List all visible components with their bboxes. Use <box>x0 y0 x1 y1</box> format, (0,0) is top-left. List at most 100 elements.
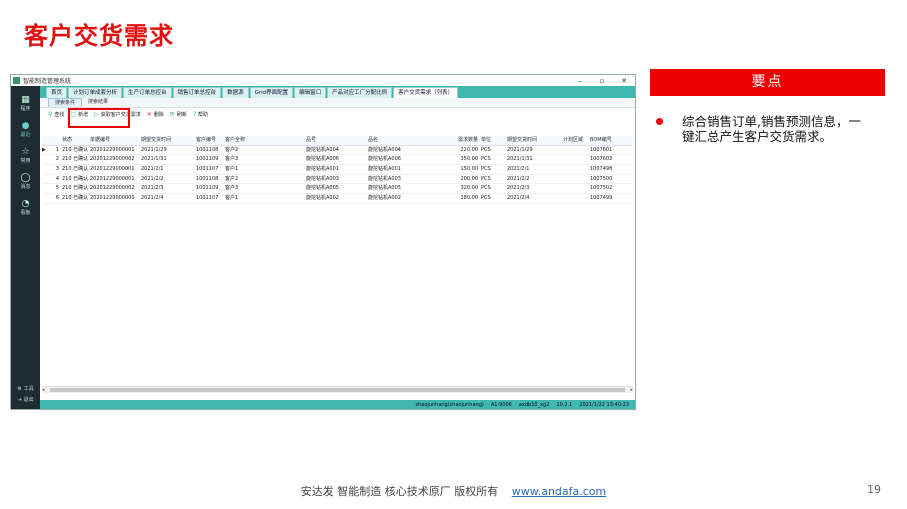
footer-link[interactable]: www.andafa.com <box>512 485 607 498</box>
column-header[interactable]: 期望交货时间 <box>141 136 196 145</box>
tab-grid-config[interactable]: Grid界面配置 <box>249 87 294 98</box>
scroll-thumb[interactable] <box>50 388 625 392</box>
tab-plan-order-analysis[interactable]: 计划订单成套分析 <box>68 87 123 98</box>
table-cell: 320.00 <box>460 185 479 192</box>
table-cell: 客户2 <box>225 175 239 182</box>
gear-icon: ⚙ <box>17 385 22 392</box>
column-header[interactable]: 品号 <box>306 136 368 145</box>
table-row[interactable]: ▶ 1 210 已确认 20201229000001 2021/1/29 1001108 客… <box>42 146 633 156</box>
search-icon: ⚲ <box>48 110 53 118</box>
nav-item-tools[interactable]: ⚙ 工具 <box>11 385 40 393</box>
maximize-button[interactable]: ▫ <box>591 77 613 85</box>
table-cell: 1007502 <box>590 185 613 192</box>
status-datetime: 2021/1/22 13:40:23 <box>579 401 629 408</box>
column-header[interactable]: 客户编号 <box>196 136 225 145</box>
tab-datasource[interactable]: 数据源 <box>222 87 249 98</box>
table-cell <box>563 194 590 203</box>
chat-icon: ◯ <box>20 173 31 183</box>
tab-factory-ratio[interactable]: 产品对应工厂分配比例 <box>327 87 393 98</box>
tab-edit-window[interactable]: 编辑窗口 <box>294 87 327 98</box>
table-cell: 1001107 <box>196 195 219 202</box>
column-header[interactable]: 客户全称 <box>225 136 306 145</box>
table-cell: 1001108 <box>196 175 219 182</box>
table-cell: 2021/1/31 <box>507 156 533 163</box>
nav-item-messages[interactable]: ◯ 消息 <box>11 173 40 190</box>
column-header[interactable]: 单据编号 <box>90 136 141 145</box>
table-cell: 1001109 <box>196 185 219 192</box>
table-cell: 旋挖钻机A003 <box>368 175 401 182</box>
nav-label: 常用 <box>20 158 31 164</box>
nav-item-recent[interactable]: ● 最近 <box>11 121 40 138</box>
minimize-button[interactable]: – <box>569 77 591 85</box>
column-header[interactable]: 品名 <box>368 136 436 145</box>
table-cell: 20201229000001 <box>90 175 135 182</box>
nav-item-exit[interactable]: ⇥ 退出 <box>11 396 40 404</box>
horizontal-scrollbar[interactable]: ◂ ▸ <box>42 386 633 393</box>
table-cell: 1007603 <box>590 156 613 163</box>
nav-label: 最近 <box>20 132 31 138</box>
table-cell: PCS <box>481 195 491 202</box>
table-cell: 20201229000001 <box>90 166 135 173</box>
nav-label: 退出 <box>23 397 34 403</box>
tab-bar: 首页 计划订单成套分析 生产订单总控台 销售订单总控台 数据源 Grid界面配置… <box>40 86 635 98</box>
refresh-label: 刷新 <box>176 111 187 118</box>
table-cell: 6 <box>55 195 59 202</box>
table-cell <box>563 146 590 155</box>
table-row[interactable]: 2 210 已确认 20201229000002 2021/1/31 1001109 客户… <box>42 155 633 166</box>
subtab-search-criteria[interactable]: 搜索条件 <box>48 98 83 107</box>
table-cell: 1001109 <box>196 156 219 163</box>
table-cell: 2021/2/2 <box>141 175 164 182</box>
help-label: 帮助 <box>198 111 209 118</box>
footer-company: 安达发 智能制造 核心技术原厂 版权所有 <box>300 485 499 498</box>
column-header[interactable]: 状态 <box>62 136 90 145</box>
subtab-search-results[interactable]: 搜索结果 <box>82 98 114 107</box>
keypoints-text: 综合销售订单,销售预测信息，一键汇总产生客户交货需求。 <box>682 114 861 144</box>
column-header[interactable]: BOM编号 <box>590 136 616 145</box>
table-cell <box>42 194 49 203</box>
column-header[interactable]: 单位 <box>481 136 507 145</box>
table-row[interactable]: 6 210 已确认 20201229000000 2021/2/4 1001107 客户1… <box>42 194 633 204</box>
table-row[interactable]: 4 210 已确认 20201229000001 2021/2/2 1001108 客户2… <box>42 175 633 185</box>
table-cell: 旋挖钻机A002 <box>306 195 339 202</box>
table-cell <box>563 184 590 193</box>
table-row[interactable]: 3 210 已确认 20201229000001 2021/2/1 1001107 客户1… <box>42 165 633 175</box>
table-cell: 210 已确认 <box>62 195 89 202</box>
app-logo-icon <box>13 77 20 84</box>
nav-item-dashboard[interactable]: ◔ 看板 <box>11 199 40 216</box>
table-cell: PCS <box>481 146 491 153</box>
table-cell <box>42 184 49 193</box>
table-cell <box>563 155 590 164</box>
nav-item-programs[interactable]: ▦ 程序 <box>11 95 40 112</box>
column-header[interactable] <box>49 136 62 145</box>
search-button[interactable]: ⚲ 查找 <box>48 111 64 118</box>
table-cell: 2021/2/4 <box>141 195 164 202</box>
tab-customer-delivery[interactable]: 客户交货需求（列表） <box>393 87 459 98</box>
table-cell <box>42 165 49 174</box>
exit-icon: ⇥ <box>17 396 22 403</box>
column-header[interactable]: 期望交货时间 <box>507 136 563 145</box>
scroll-right-arrow-icon[interactable]: ▸ <box>630 387 633 393</box>
table-row[interactable]: 5 210 已确认 20201229000002 2021/2/3 1001109 客户3… <box>42 184 633 195</box>
tab-production-console[interactable]: 生产订单总控台 <box>123 87 172 98</box>
column-header[interactable] <box>42 136 49 145</box>
refresh-button[interactable]: ⟳ 刷新 <box>170 111 187 118</box>
main-content: 首页 计划订单成套分析 生产订单总控台 销售订单总控台 数据源 Grid界面配置… <box>40 86 635 409</box>
table-cell: 旋挖钻机A004 <box>306 146 339 153</box>
table-cell: 旋挖钻机A006 <box>368 156 401 163</box>
side-nav: ▦ 程序 ● 最近 ☆ 常用 ◯ 消息 ◔ 看板 ⚙ 工具 ⇥ 退出 <box>11 86 40 409</box>
pie-chart-icon: ◔ <box>21 199 30 209</box>
table-cell: 2021/2/3 <box>507 185 530 192</box>
table-cell: 1007499 <box>590 195 613 202</box>
scroll-left-arrow-icon[interactable]: ◂ <box>42 387 45 393</box>
table-cell: 2021/2/1 <box>507 166 530 173</box>
delete-button[interactable]: ✕ 删除 <box>147 111 164 118</box>
column-header[interactable]: 需求数量 <box>436 136 481 145</box>
nav-item-favorites[interactable]: ☆ 常用 <box>11 147 40 164</box>
window-title: 智能制造管理系统 <box>23 78 72 85</box>
tab-sales-console[interactable]: 销售订单总控台 <box>172 87 222 98</box>
help-button[interactable]: ? 帮助 <box>193 111 208 118</box>
refresh-icon: ⟳ <box>169 110 175 118</box>
close-button[interactable]: ✕ <box>613 77 635 85</box>
column-header[interactable]: 计划区域 <box>563 136 590 145</box>
tab-home[interactable]: 首页 <box>46 87 68 98</box>
